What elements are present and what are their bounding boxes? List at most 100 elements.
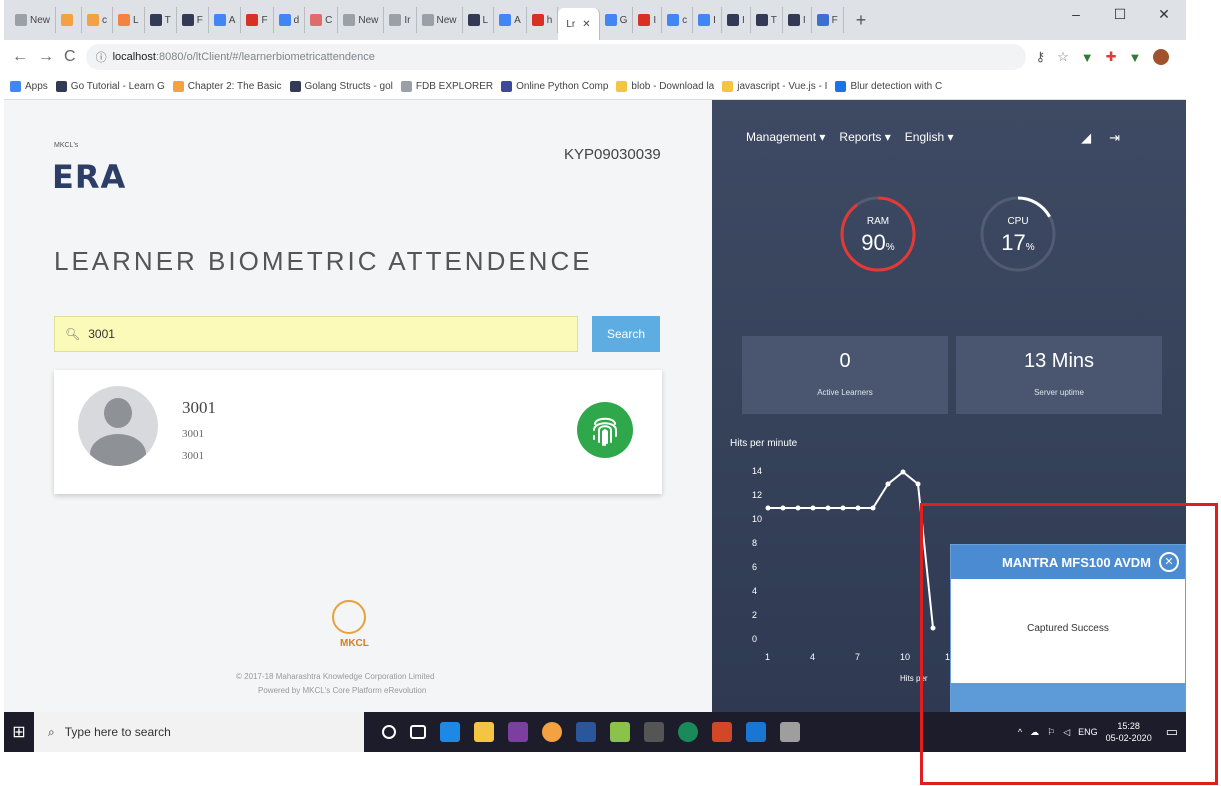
search-button[interactable]: Search xyxy=(592,316,660,352)
browser-tab[interactable]: F xyxy=(177,7,209,33)
tab-favicon-icon xyxy=(15,14,27,26)
terminal-icon[interactable] xyxy=(644,722,664,742)
bookmark-label: Golang Structs - gol xyxy=(304,81,393,92)
task-view-icon[interactable] xyxy=(410,725,426,739)
active-tab[interactable]: Lr ✕ xyxy=(558,8,600,40)
browser-tab[interactable]: I xyxy=(633,7,663,33)
browser-tab[interactable]: I xyxy=(783,7,812,33)
app-blue-icon[interactable] xyxy=(576,722,596,742)
bookmark-item[interactable]: Apps xyxy=(10,81,48,92)
app-gray-icon[interactable] xyxy=(780,722,800,742)
browser-tab[interactable]: c xyxy=(82,7,114,33)
browser-tab[interactable] xyxy=(56,7,83,33)
tab-favicon-icon xyxy=(667,14,680,26)
ram-value: 90% xyxy=(861,230,895,255)
profile-avatar-icon[interactable] xyxy=(1153,49,1170,65)
star-icon[interactable]: ☆ xyxy=(1057,49,1069,65)
browser-tab[interactable]: L xyxy=(113,7,145,33)
vscode-icon[interactable] xyxy=(746,722,766,742)
browser-tab[interactable]: I xyxy=(722,7,751,33)
new-tab-button[interactable]: + xyxy=(844,10,879,31)
url-path: :8080/o/ltClient/#/learnerbiometricatten… xyxy=(155,51,375,63)
cpu-gauge: CPU 17% xyxy=(978,194,1058,274)
reload-icon[interactable]: C xyxy=(64,48,76,66)
browser-tab[interactable]: New xyxy=(10,7,57,33)
browser-tab[interactable]: F xyxy=(241,7,274,33)
browser-tab[interactable]: A xyxy=(209,7,242,33)
browser-tab[interactable]: A xyxy=(494,7,527,33)
tab-label: I xyxy=(802,14,806,26)
tab-favicon-icon xyxy=(278,14,291,26)
tab-label: c xyxy=(682,14,688,26)
browser-tab[interactable]: New xyxy=(417,7,463,33)
close-tab-icon[interactable]: ✕ xyxy=(582,19,590,30)
extension-v2-icon[interactable]: ▼ xyxy=(1129,50,1142,65)
powerpoint-icon[interactable] xyxy=(712,722,732,742)
forward-icon[interactable]: → xyxy=(38,48,54,66)
file-explorer-icon[interactable] xyxy=(474,722,494,742)
app-green-icon[interactable] xyxy=(678,722,698,742)
menu-management[interactable]: Management ▾ xyxy=(746,130,825,144)
maximize-button[interactable]: ☐ xyxy=(1098,6,1142,23)
bookmark-item[interactable]: FDB EXPLORER xyxy=(400,81,493,92)
minimize-button[interactable]: – xyxy=(1054,6,1098,23)
search-icon: 🔍︎ xyxy=(65,327,81,341)
browser-tab[interactable]: T xyxy=(145,7,177,33)
menu-reports[interactable]: Reports ▾ xyxy=(839,130,890,144)
chrome-icon[interactable] xyxy=(542,722,562,742)
bookmarks-bar: Apps Go Tutorial - Learn G Chapter 2: The … xyxy=(4,74,1186,100)
taskbar-search[interactable]: ⌕ Type here to search xyxy=(34,712,364,752)
windows-start-icon[interactable]: ⊞ xyxy=(4,712,34,752)
url-field[interactable]: ⓘ localhost:8080/o/ltClient/#/learnerbio… xyxy=(85,44,1026,70)
browser-tab[interactable]: T xyxy=(751,7,783,33)
edge-icon[interactable] xyxy=(440,722,460,742)
page-title: LEARNER BIOMETRIC ATTENDENCE xyxy=(54,246,593,276)
browser-tab[interactable]: I xyxy=(693,7,722,33)
active-tab-label: Lr xyxy=(566,18,576,30)
browser-tab[interactable]: G xyxy=(600,7,634,33)
browser-tab[interactable]: F xyxy=(812,7,844,33)
fingerprint-button[interactable] xyxy=(577,402,633,458)
menu-kebab-icon[interactable]: ⋮ xyxy=(1181,49,1186,65)
search-input-value: 3001 xyxy=(88,327,115,341)
search-field[interactable]: 🔍︎ 3001 xyxy=(54,316,578,352)
x-tick-label: 10 xyxy=(900,652,911,662)
browser-tab[interactable]: C xyxy=(305,7,339,33)
learner-code-line: 3001 xyxy=(182,450,204,462)
tab-favicon-icon xyxy=(213,14,226,26)
bookmark-favicon-icon xyxy=(289,81,301,92)
bookmark-item[interactable]: blob - Download la xyxy=(616,81,714,92)
notepad-plus-icon[interactable] xyxy=(610,722,630,742)
extension-icon[interactable]: ✚ xyxy=(1106,49,1117,65)
bookmark-item[interactable]: Blur detection with C xyxy=(835,81,942,92)
back-icon[interactable]: ← xyxy=(12,48,28,66)
y-tick-label: 14 xyxy=(752,466,763,476)
browser-tab[interactable]: New xyxy=(338,7,385,33)
browser-tab[interactable]: Ir xyxy=(384,7,417,33)
bookmark-item[interactable]: Go Tutorial - Learn G xyxy=(55,81,165,92)
cortana-icon[interactable] xyxy=(382,725,396,739)
signal-icon[interactable]: ◢ xyxy=(1081,130,1091,146)
hits-data-point xyxy=(810,505,816,511)
bookmark-item[interactable]: javascript - Vue.js - I xyxy=(722,81,827,92)
tab-label: F xyxy=(261,14,268,26)
bookmark-favicon-icon xyxy=(10,81,21,92)
bookmark-item[interactable]: Chapter 2: The Basic xyxy=(172,81,282,92)
browser-tab[interactable]: d xyxy=(274,7,306,33)
logout-icon[interactable]: ⇥ xyxy=(1109,130,1120,146)
bookmark-item[interactable]: Golang Structs - gol xyxy=(289,81,393,92)
browser-tab[interactable]: L xyxy=(463,7,495,33)
hits-data-point xyxy=(915,481,921,487)
info-icon[interactable]: ⓘ xyxy=(96,49,107,65)
tab-favicon-icon xyxy=(816,14,829,26)
browser-tab[interactable]: c xyxy=(662,7,694,33)
browser-tab[interactable]: h xyxy=(527,7,559,33)
extension-v-icon[interactable]: ▼ xyxy=(1081,50,1094,65)
close-window-button[interactable]: ✕ xyxy=(1142,6,1186,23)
tab-label: L xyxy=(482,14,489,26)
paint-app-icon[interactable] xyxy=(508,722,528,742)
bookmark-item[interactable]: Online Python Comp xyxy=(501,81,608,92)
cpu-label: CPU xyxy=(1007,216,1029,227)
menu-language[interactable]: English ▾ xyxy=(905,130,954,144)
key-icon[interactable]: ⚷ xyxy=(1036,49,1046,65)
